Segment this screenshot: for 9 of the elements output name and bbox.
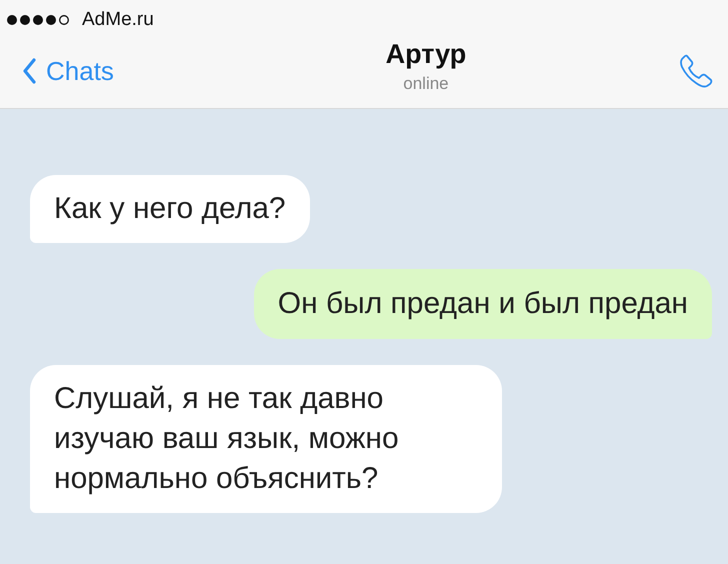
outgoing-message: Он был предан и был предан	[254, 269, 712, 339]
incoming-message: Слушай, я не так давно изучаю ваш язык, можно нормально объяснить?	[30, 365, 502, 513]
back-button[interactable]: Chats	[22, 56, 114, 86]
phone-icon[interactable]	[678, 53, 714, 89]
chevron-icon	[22, 58, 36, 84]
contact-name: Артур	[386, 38, 466, 70]
incoming-message: Как у него дела?	[30, 175, 310, 243]
carrier-name: AdMe.ru	[82, 9, 154, 31]
online-status: online	[403, 74, 449, 94]
